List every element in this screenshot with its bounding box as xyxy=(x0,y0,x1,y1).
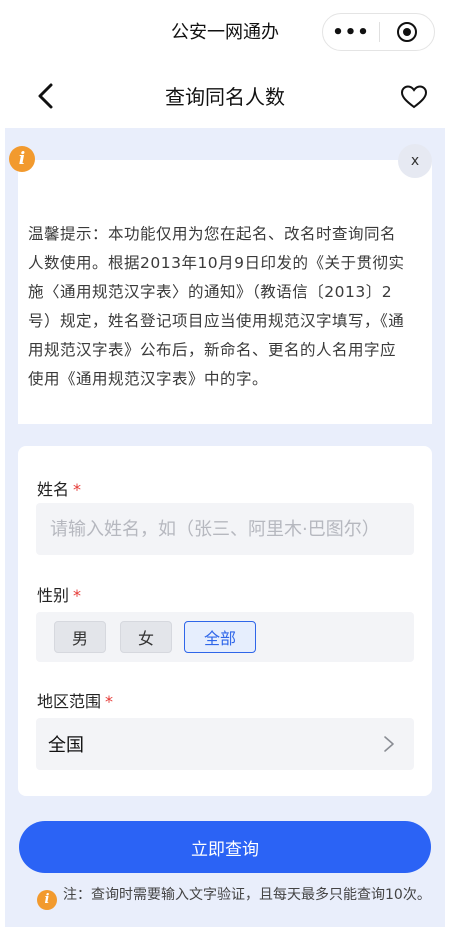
name-label: 姓名 * xyxy=(37,480,82,499)
required-mark: * xyxy=(73,480,82,499)
main-content: 温馨提示：本功能仅用为您在起名、改名时查询同名人数使用。根据2013年10月9日… xyxy=(5,128,445,927)
query-note: i 注：查询时需要输入文字验证，且每天最多只能查询10次。 xyxy=(37,884,432,910)
more-dots-icon[interactable]: ••• xyxy=(323,14,379,50)
heart-icon[interactable] xyxy=(400,84,428,110)
nav-bar: 查询同名人数 xyxy=(0,68,450,126)
info-icon: i xyxy=(9,146,35,172)
region-label: 地区范围 * xyxy=(37,692,114,711)
region-selector[interactable]: 全国 xyxy=(36,718,414,770)
region-value: 全国 xyxy=(48,735,84,756)
submit-query-button[interactable]: 立即查询 xyxy=(19,821,431,873)
query-form: 姓名* 性别* 男 女 全部 地区范围* 全国 xyxy=(18,446,432,796)
mini-program-close-icon[interactable] xyxy=(380,14,434,50)
tip-card: 温馨提示：本功能仅用为您在起名、改名时查询同名人数使用。根据2013年10月9日… xyxy=(18,160,432,424)
tip-text: 温馨提示：本功能仅用为您在起名、改名时查询同名人数使用。根据2013年10月9日… xyxy=(28,225,405,388)
mini-program-header: 公安一网通办 ••• xyxy=(0,0,450,68)
note-text: 注：查询时需要输入文字验证，且每天最多只能查询10次。 xyxy=(63,887,431,903)
info-icon: i xyxy=(37,890,57,910)
required-mark: * xyxy=(73,586,82,605)
gender-option-female[interactable]: 女 xyxy=(120,621,172,653)
gender-option-all[interactable]: 全部 xyxy=(184,621,256,653)
name-input[interactable] xyxy=(36,503,414,555)
gender-selector: 男 女 全部 xyxy=(36,612,414,662)
gender-label: 性别 * xyxy=(37,586,82,605)
tip-close-button[interactable]: x xyxy=(398,144,432,178)
mini-program-capsule: ••• xyxy=(322,13,435,51)
page-title: 查询同名人数 xyxy=(165,85,285,109)
gender-option-male[interactable]: 男 xyxy=(54,621,106,653)
required-mark: * xyxy=(105,692,114,711)
chevron-right-icon xyxy=(384,736,394,752)
